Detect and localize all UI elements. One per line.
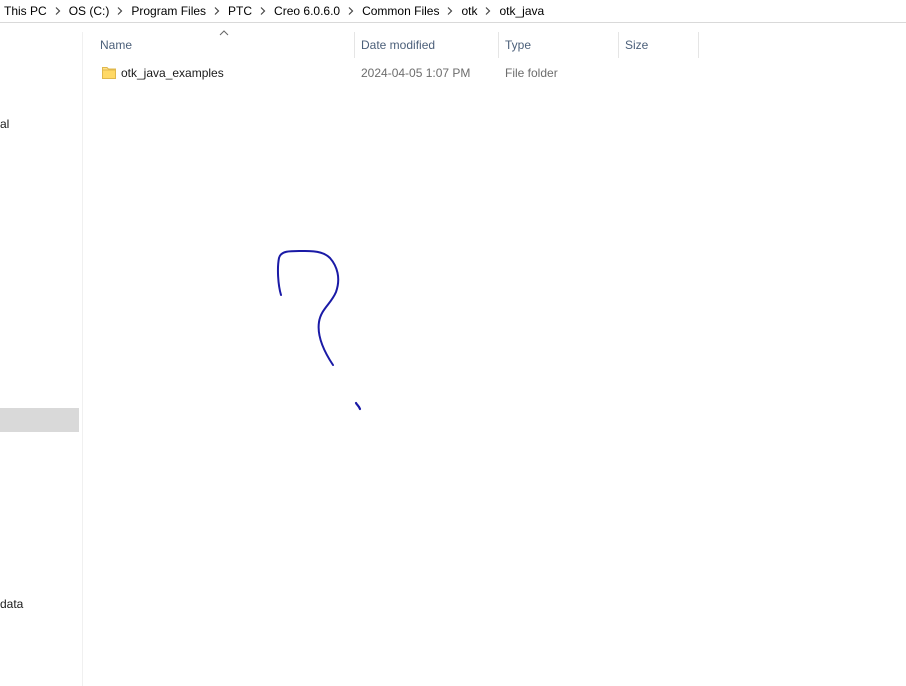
breadcrumb-item-this-pc[interactable]: This PC	[0, 0, 49, 22]
chevron-right-icon[interactable]	[479, 6, 497, 17]
chevron-right-icon[interactable]	[441, 6, 459, 17]
breadcrumb-item-common-files[interactable]: Common Files	[360, 0, 441, 22]
file-explorer-window: This PC OS (C:) Program Files PTC Creo 6…	[0, 0, 906, 686]
navigation-pane[interactable]: al data	[0, 32, 83, 686]
column-header-name[interactable]: Name	[94, 32, 355, 58]
column-header-size[interactable]: Size	[619, 32, 699, 58]
question-mark-dot	[354, 401, 362, 411]
file-date-modified: 2024-04-05 1:07 PM	[361, 66, 471, 80]
chevron-right-icon[interactable]	[342, 6, 360, 17]
column-header-row: Name Date modified Type Size	[82, 30, 906, 58]
nav-item-data[interactable]: data	[0, 597, 23, 611]
breadcrumb-item-otk[interactable]: otk	[459, 0, 479, 22]
breadcrumb-item-creo[interactable]: Creo 6.0.6.0	[272, 0, 342, 22]
question-mark-annotation	[276, 249, 362, 411]
nav-item-selected[interactable]	[0, 408, 79, 432]
chevron-right-icon[interactable]	[254, 6, 272, 17]
column-header-type[interactable]: Type	[499, 32, 619, 58]
chevron-right-icon[interactable]	[111, 6, 129, 17]
list-item[interactable]: otk_java_examples 2024-04-05 1:07 PM Fil…	[82, 62, 702, 84]
chevron-right-icon[interactable]	[49, 6, 67, 17]
column-header-date-modified[interactable]: Date modified	[355, 32, 499, 58]
breadcrumb-item-otk-java[interactable]: otk_java	[497, 0, 546, 22]
breadcrumb-item-os-c[interactable]: OS (C:)	[67, 0, 112, 22]
file-type: File folder	[505, 66, 558, 80]
breadcrumb-item-ptc[interactable]: PTC	[226, 0, 254, 22]
file-name[interactable]: otk_java_examples	[121, 62, 224, 84]
chevron-right-icon[interactable]	[208, 6, 226, 17]
breadcrumb-item-program-files[interactable]: Program Files	[129, 0, 208, 22]
question-mark-stroke	[276, 249, 340, 366]
breadcrumb[interactable]: This PC OS (C:) Program Files PTC Creo 6…	[0, 0, 906, 23]
nav-item-partial[interactable]: al	[0, 117, 9, 131]
folder-icon	[102, 67, 116, 79]
